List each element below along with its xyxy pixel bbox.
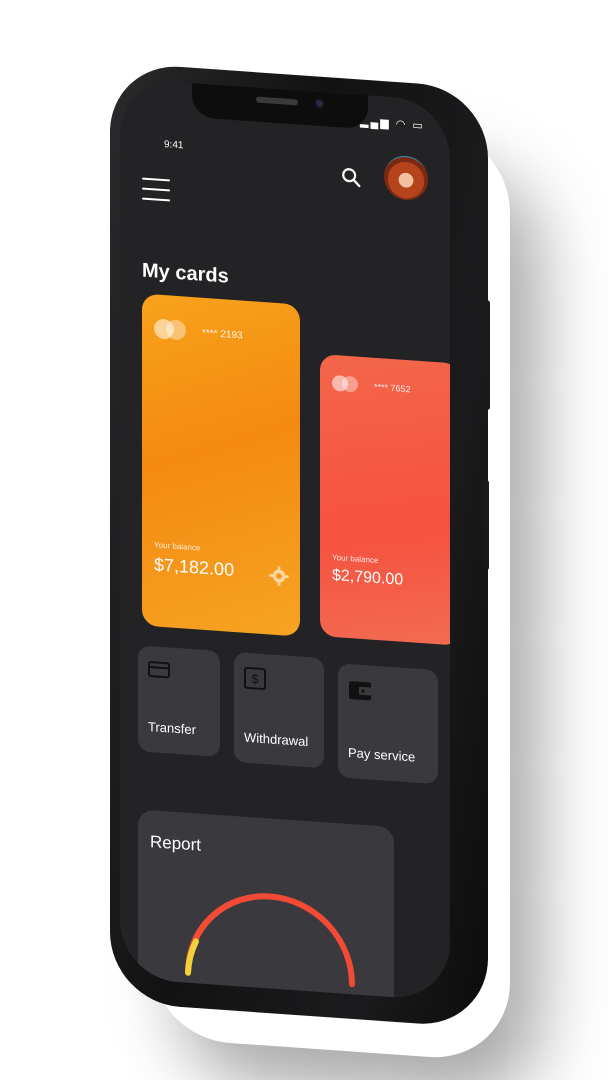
card-icon	[148, 661, 170, 679]
search-icon[interactable]	[340, 165, 362, 189]
balance-value: $2,790.00	[332, 566, 404, 589]
gear-icon[interactable]	[268, 564, 290, 588]
side-button-lower	[484, 479, 489, 571]
app-screen: 9:41 ▂▄▆ ◠ ▭ My cards **** 2193 Your bal…	[120, 78, 450, 1002]
report-gauge	[185, 893, 355, 988]
balance-label: Your balance	[332, 552, 379, 566]
balance-value: $7,182.00	[154, 554, 235, 580]
camera-icon	[314, 97, 325, 110]
status-time: 9:41	[164, 139, 184, 152]
my-cards-title: My cards	[142, 259, 229, 288]
hamburger-icon[interactable]	[142, 177, 170, 204]
report-panel[interactable]: Report	[138, 809, 394, 1002]
card-number: **** 2193	[202, 327, 243, 342]
card-logo-icon-2	[166, 319, 186, 341]
pay-service-button[interactable]: Pay service	[338, 663, 438, 785]
transfer-button[interactable]: Transfer	[138, 645, 220, 757]
transfer-label: Transfer	[148, 718, 196, 738]
card-2193[interactable]: **** 2193 Your balance $7,182.00	[142, 293, 300, 637]
wallet-icon	[349, 681, 371, 701]
card-7652[interactable]: **** 7652 Your balance $2,790.00	[320, 353, 450, 646]
svg-text:$: $	[251, 671, 259, 687]
pay-service-label: Pay service	[348, 744, 416, 765]
side-button	[484, 299, 490, 411]
status-icons: ▂▄▆ ◠ ▭	[360, 115, 425, 133]
avatar[interactable]	[384, 154, 428, 202]
speaker	[256, 96, 298, 106]
card-number: **** 7652	[374, 381, 411, 395]
balance-label: Your balance	[154, 540, 201, 553]
withdrawal-label: Withdrawal	[244, 729, 309, 750]
card-logo-icon-2	[342, 375, 358, 393]
dollar-icon: $	[244, 666, 266, 691]
withdrawal-button[interactable]: $ Withdrawal	[234, 651, 324, 769]
